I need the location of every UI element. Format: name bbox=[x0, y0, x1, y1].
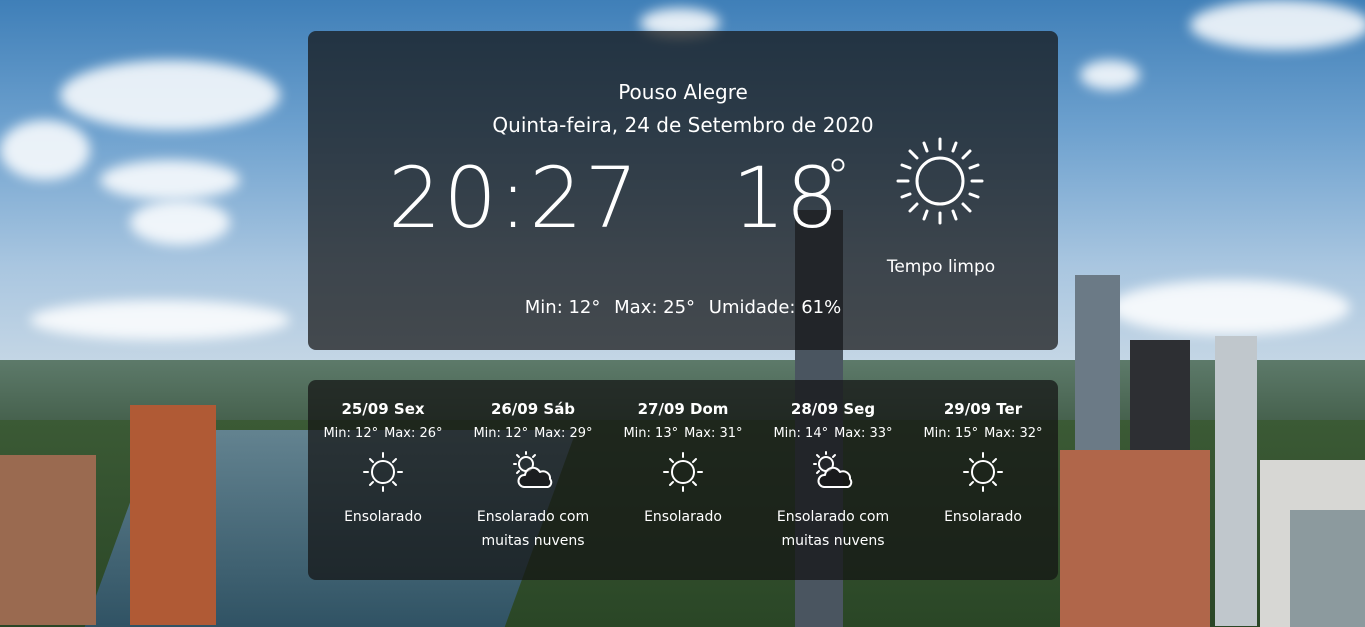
forecast-description: Ensolarado bbox=[644, 509, 722, 525]
forecast-min: Min: 15° bbox=[923, 426, 979, 441]
min-temperature: Min: 12° bbox=[524, 297, 601, 318]
forecast-day: 25/09 Sex Min: 12° Max: 26° Ensolarado bbox=[308, 398, 458, 529]
city-name: Pouso Alegre bbox=[618, 80, 748, 104]
forecast-day: 26/09 Sáb Min: 12° Max: 29° Ensolarado co… bbox=[458, 398, 608, 553]
forecast-description: Ensolarado com muitas nuvens bbox=[776, 509, 890, 549]
forecast-day: 29/09 Ter Min: 15° Max: 32° Ensolarado bbox=[908, 398, 1058, 529]
forecast-day: 27/09 Dom Min: 13° Max: 31° Ensolarado bbox=[608, 398, 758, 529]
forecast-day-label: 28/09 Seg bbox=[790, 400, 876, 418]
forecast-min: Min: 12° bbox=[323, 426, 379, 441]
current-date: Quinta-feira, 24 de Setembro de 2020 bbox=[492, 113, 874, 137]
forecast-max: Max: 31° bbox=[684, 426, 743, 441]
current-time: 20:27 bbox=[388, 149, 641, 247]
forecast-max: Max: 32° bbox=[984, 426, 1043, 441]
forecast-min-max: Min: 12° Max: 26° bbox=[308, 426, 458, 441]
forecast-description: Ensolarado bbox=[344, 509, 422, 525]
sun-cloud-icon bbox=[513, 451, 553, 488]
forecast-min: Min: 12° bbox=[473, 426, 529, 441]
forecast-panel: 25/09 Sex Min: 12° Max: 26° Ensolarado 26… bbox=[308, 380, 1058, 580]
sun-cloud-icon bbox=[813, 451, 853, 488]
current-temperature: 18 bbox=[732, 149, 839, 247]
degree-symbol: ° bbox=[826, 149, 850, 205]
forecast-min-max: Min: 15° Max: 32° bbox=[908, 426, 1058, 441]
sun-icon bbox=[896, 137, 984, 225]
forecast-max: Max: 26° bbox=[384, 426, 443, 441]
forecast-day-label: 26/09 Sáb bbox=[490, 400, 576, 418]
current-condition: Tempo limpo bbox=[886, 257, 996, 277]
current-weather-panel: Pouso Alegre Quinta-feira, 24 de Setembr… bbox=[308, 31, 1058, 350]
current-stats: Min: 12° Max: 25° Umidade: 61% bbox=[308, 297, 1058, 318]
forecast-min: Min: 14° bbox=[773, 426, 829, 441]
forecast-min-max: Min: 14° Max: 33° bbox=[758, 426, 908, 441]
max-temperature: Max: 25° bbox=[614, 297, 696, 318]
sun-icon bbox=[663, 452, 703, 492]
forecast-day-label: 27/09 Dom bbox=[637, 400, 729, 418]
sun-icon bbox=[963, 452, 1003, 492]
forecast-min: Min: 13° bbox=[623, 426, 679, 441]
forecast-description: Ensolarado com muitas nuvens bbox=[476, 509, 590, 549]
sun-icon bbox=[363, 452, 403, 492]
forecast-min-max: Min: 12° Max: 29° bbox=[458, 426, 608, 441]
forecast-max: Max: 33° bbox=[834, 426, 893, 441]
forecast-description: Ensolarado bbox=[944, 509, 1022, 525]
forecast-min-max: Min: 13° Max: 31° bbox=[608, 426, 758, 441]
humidity: Umidade: 61% bbox=[708, 297, 842, 318]
forecast-day: 28/09 Seg Min: 14° Max: 33° Ensolarado co… bbox=[758, 398, 908, 553]
forecast-day-label: 25/09 Sex bbox=[341, 400, 425, 418]
forecast-max: Max: 29° bbox=[534, 426, 593, 441]
forecast-day-label: 29/09 Ter bbox=[943, 400, 1023, 418]
